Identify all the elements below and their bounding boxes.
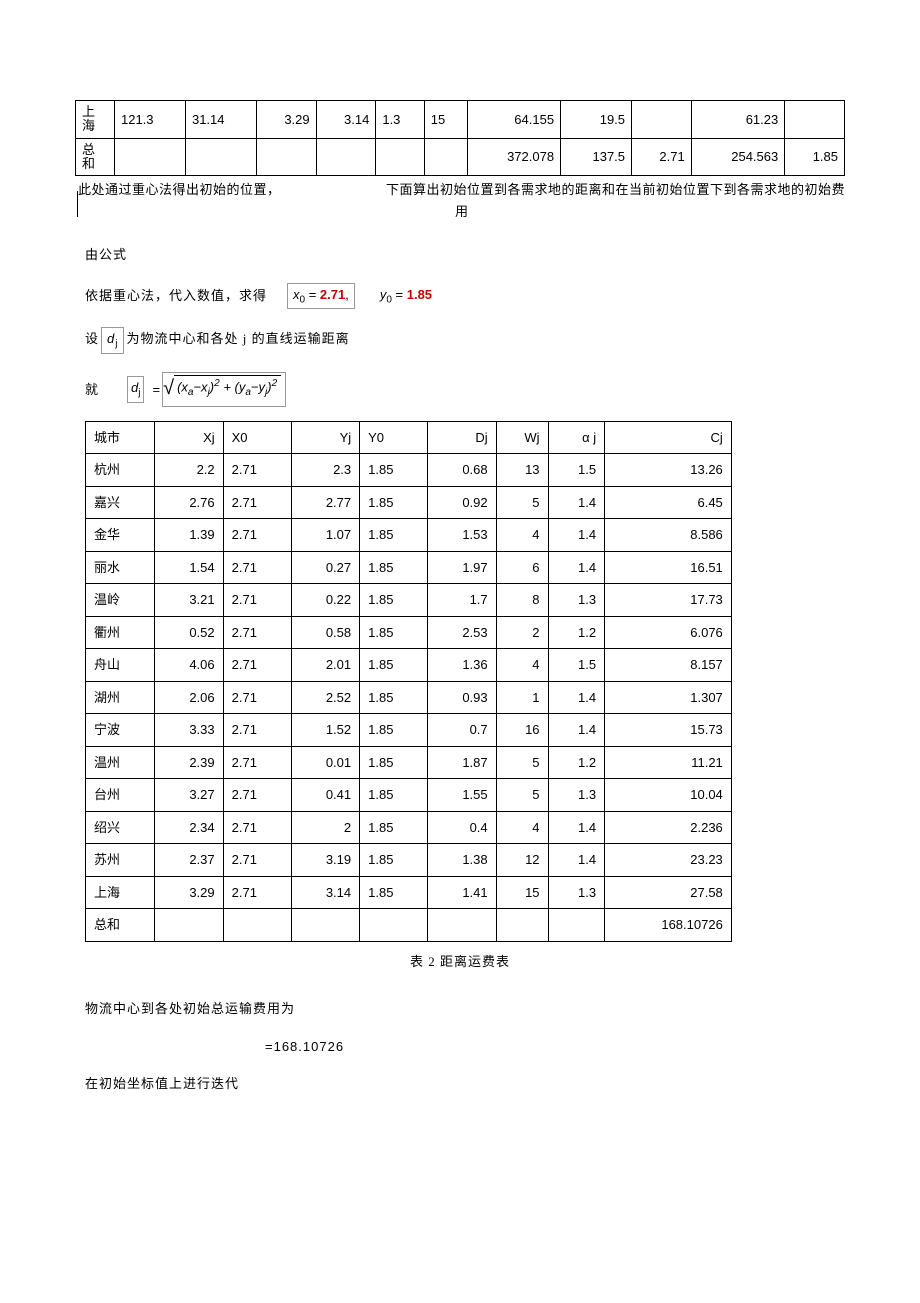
column-header: Cj — [605, 421, 732, 454]
table-row: 温岭 3.212.710.22 1.851.78 1.317.73 — [86, 584, 732, 617]
table-row: 杭州 2.22.712.3 1.850.6813 1.513.26 — [86, 454, 732, 487]
caption-line-b: 下面算出初始位置到各需求地的距离和在当前初始位置下到各需求地的初始费 — [386, 180, 845, 200]
table-row: 苏州 2.372.713.19 1.851.3812 1.423.23 — [86, 844, 732, 877]
table-row: 衢州 0.522.710.58 1.852.532 1.26.076 — [86, 616, 732, 649]
dj-formula: 就 dj = √ (xa−xj)2 + (ya−yj)2 — [85, 372, 845, 407]
table-row: 绍兴 2.342.712 1.850.44 1.42.236 — [86, 811, 732, 844]
table-row: 丽水 1.542.710.27 1.851.976 1.416.51 — [86, 551, 732, 584]
distance-cost-table: 城市XjX0YjY0DjWjα jCj 杭州 2.22.712.3 1.850.… — [85, 421, 732, 942]
y0-value-box: y0 = 1.85 — [375, 284, 437, 309]
table-row: 总和 372.078137.5 2.71254.563 1.85 — [76, 138, 845, 176]
paragraph-iterate: 在初始坐标值上进行迭代 — [85, 1074, 845, 1094]
x0-value-box: x0 = 2.71, — [287, 283, 355, 310]
table-row: 台州 3.272.710.41 1.851.555 1.310.04 — [86, 779, 732, 812]
table-row: 上海 3.292.713.14 1.851.4115 1.327.58 — [86, 876, 732, 909]
caption-initial: 此处通过重心法得出初始的位置， 下面算出初始位置到各需求地的距离和在当前初始位置… — [75, 180, 845, 227]
table-row: 舟山 4.062.712.01 1.851.364 1.58.157 — [86, 649, 732, 682]
table-row: 上海 121.331.143.29 3.141.315 64.15519.5 6… — [76, 101, 845, 139]
column-header: Xj — [155, 421, 223, 454]
paragraph-formula: 由公式 — [85, 245, 845, 265]
sqrt-icon: √ — [163, 378, 174, 398]
total-cost-result: =168.10726 — [265, 1037, 845, 1057]
column-header: Y0 — [360, 421, 428, 454]
table-row: 金华 1.392.711.07 1.851.534 1.48.586 — [86, 519, 732, 552]
paragraph-dj-define: 设dj为物流中心和各处 j 的直线运输距离 — [85, 327, 845, 354]
paragraph-total-cost: 物流中心到各处初始总运输费用为 — [85, 999, 845, 1019]
table-row: 温州 2.392.710.01 1.851.875 1.211.21 — [86, 746, 732, 779]
table-total-row: 总和168.10726 — [86, 909, 732, 942]
column-header: X0 — [223, 421, 291, 454]
column-header: Dj — [428, 421, 496, 454]
column-header: α j — [548, 421, 605, 454]
column-header: Yj — [291, 421, 359, 454]
table-2-caption: 表 2 距离运费表 — [75, 952, 845, 972]
table-row: 嘉兴 2.762.712.77 1.850.925 1.46.45 — [86, 486, 732, 519]
column-header: 城市 — [86, 421, 155, 454]
top-table: 上海 121.331.143.29 3.141.315 64.15519.5 6… — [75, 100, 845, 176]
caption-line-c: 用 — [78, 202, 845, 222]
column-header: Wj — [496, 421, 548, 454]
table-row: 宁波 3.332.711.52 1.850.716 1.415.73 — [86, 714, 732, 747]
paragraph-substitute: 依据重心法，代入数值，求得 — [85, 286, 267, 306]
caption-line-a: 此处通过重心法得出初始的位置， — [78, 180, 281, 200]
table-row: 湖州 2.062.712.52 1.850.931 1.41.307 — [86, 681, 732, 714]
